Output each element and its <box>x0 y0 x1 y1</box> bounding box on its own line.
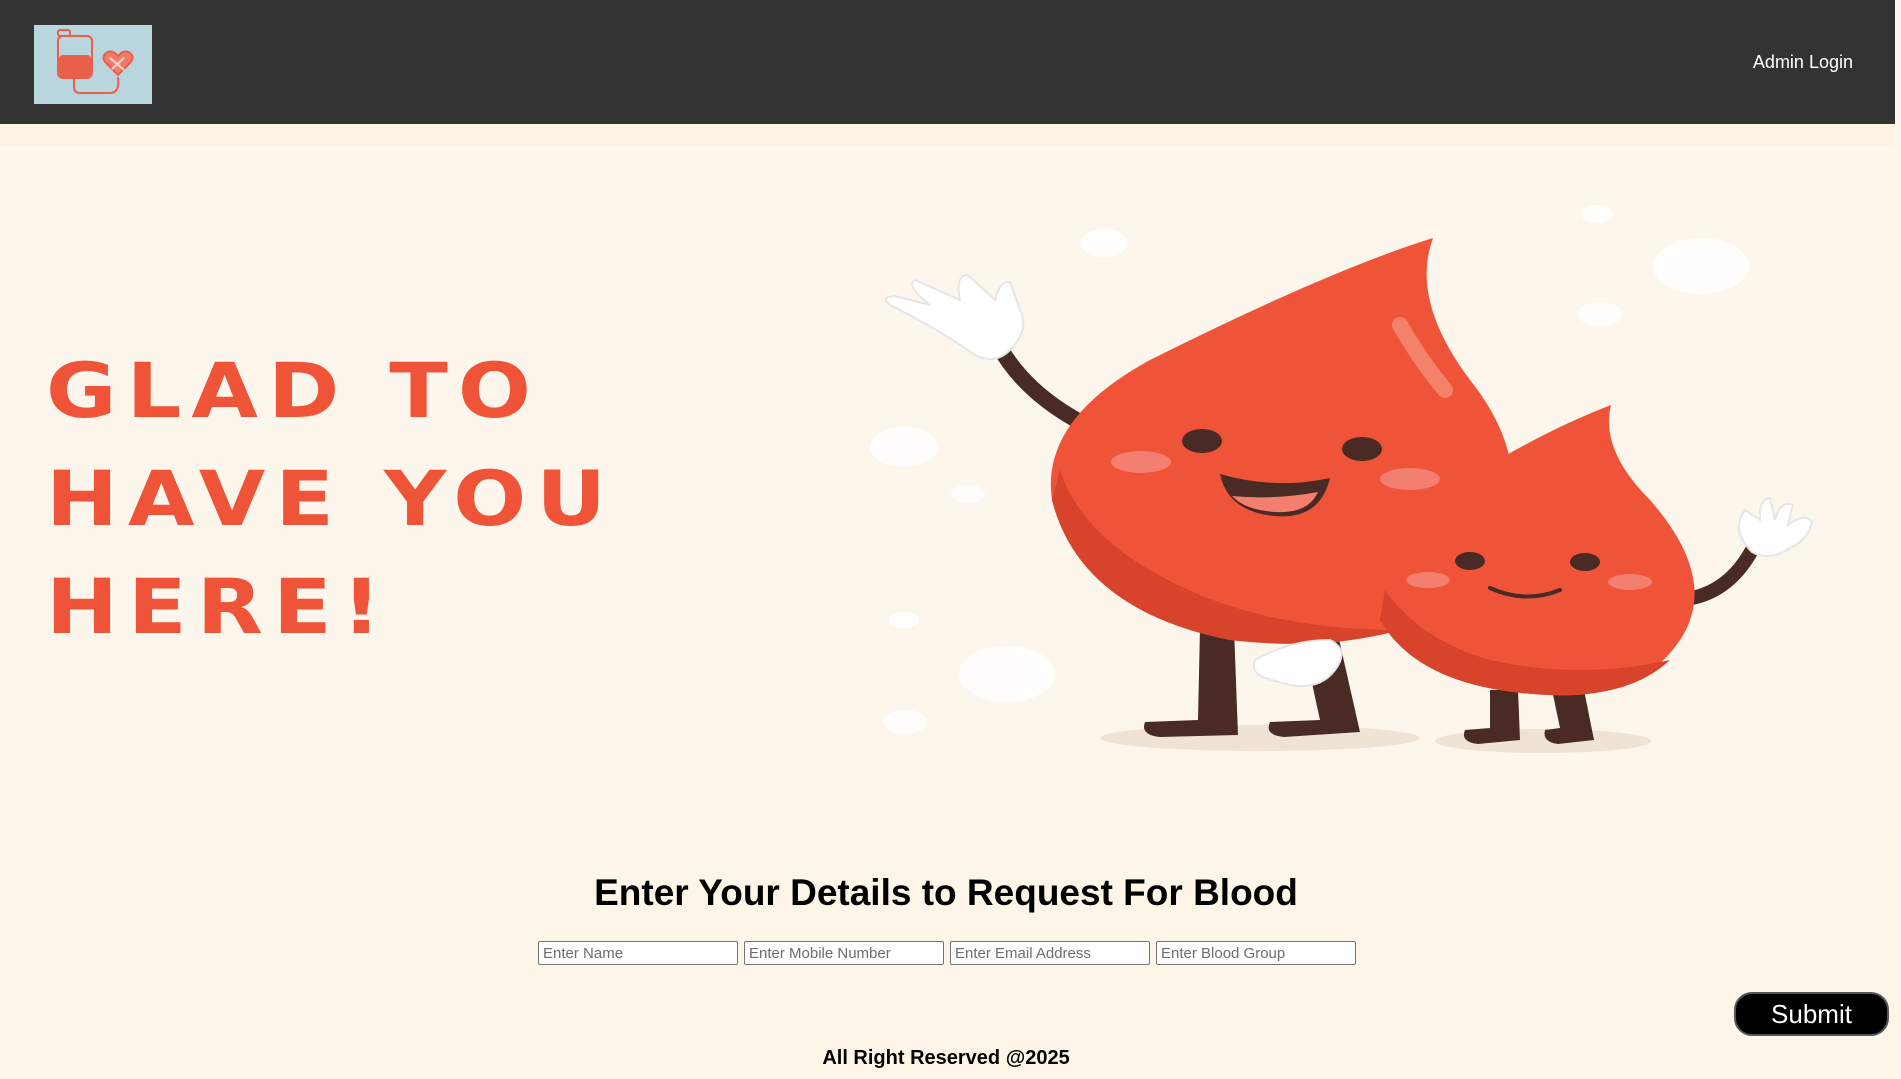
blood-drop-characters-illustration <box>870 205 1814 753</box>
blood-bag-heart-icon <box>57 29 134 94</box>
submit-button[interactable]: Submit <box>1734 992 1889 1036</box>
mobile-number-input[interactable] <box>744 941 944 965</box>
hero-line-3: HERE! <box>46 563 391 652</box>
logo[interactable] <box>34 25 152 104</box>
form-title: Enter Your Details to Request For Blood <box>594 872 1298 913</box>
hero-line-1: GLAD TO <box>46 347 542 436</box>
navbar: Admin Login <box>0 0 1895 124</box>
blood-request-form: Enter Your Details to Request For Blood … <box>0 830 1901 1079</box>
hero-line-2: HAVE YOU <box>46 455 617 544</box>
footer-copyright: All Right Reserved @2025 <box>822 1047 1070 1069</box>
page-right-edge <box>1895 0 1901 1079</box>
hero-heading: GLAD TO HAVE YOU HERE! <box>46 344 846 668</box>
admin-login-link[interactable]: Admin Login <box>1753 52 1853 73</box>
name-input[interactable] <box>538 941 738 965</box>
hero-banner: GLAD TO HAVE YOU HERE! <box>0 124 1901 830</box>
form-fields <box>538 941 1356 965</box>
blood-group-input[interactable] <box>1156 941 1356 965</box>
email-address-input[interactable] <box>950 941 1150 965</box>
